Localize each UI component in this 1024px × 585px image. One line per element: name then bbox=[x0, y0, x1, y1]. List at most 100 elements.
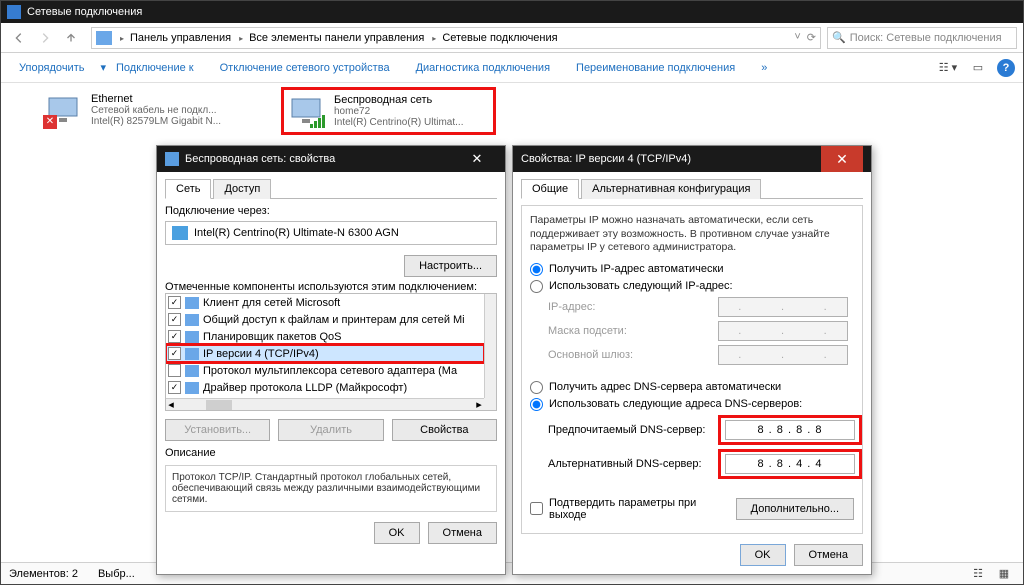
organize-menu[interactable]: Упорядочить bbox=[9, 58, 94, 78]
chevron-icon[interactable] bbox=[235, 32, 245, 44]
breadcrumb[interactable]: Панель управления Все элементы панели уп… bbox=[91, 27, 821, 49]
window-title: Сетевые подключения bbox=[27, 6, 142, 18]
component-row[interactable]: Общий доступ к файлам и принтерам для се… bbox=[166, 311, 484, 328]
adapter-icon bbox=[172, 226, 188, 240]
tab-general[interactable]: Общие bbox=[521, 179, 579, 199]
adapter-status: Сетевой кабель не подкл... bbox=[91, 105, 221, 116]
component-icon bbox=[185, 314, 199, 326]
tabs: Сеть Доступ bbox=[165, 178, 497, 199]
command-bar: Упорядочить▾ Подключение к Отключение се… bbox=[1, 53, 1023, 83]
cancel-button[interactable]: Отмена bbox=[428, 522, 497, 544]
scrollbar-vertical[interactable] bbox=[484, 294, 496, 398]
adapter-ethernet[interactable]: ✕ Ethernet Сетевой кабель не подкл... In… bbox=[41, 89, 266, 131]
radio-dns-auto-label: Получить адрес DNS-сервера автоматически bbox=[549, 381, 781, 393]
ip-label: IP-адрес: bbox=[548, 301, 718, 313]
component-icon bbox=[185, 382, 199, 394]
component-label: Протокол мультиплексора сетевого адаптер… bbox=[203, 365, 457, 377]
adapter-properties-dialog: Беспроводная сеть: свойства ✕ Сеть Досту… bbox=[156, 145, 506, 575]
component-checkbox[interactable] bbox=[168, 296, 181, 309]
dialog-icon bbox=[165, 152, 179, 166]
connect-via-label: Подключение через: bbox=[165, 205, 497, 217]
component-row[interactable]: Протокол мультиплексора сетевого адаптер… bbox=[166, 362, 484, 379]
adapter-name-box: Intel(R) Centrino(R) Ultimate-N 6300 AGN bbox=[165, 221, 497, 245]
up-button[interactable] bbox=[59, 26, 83, 50]
refresh-icon[interactable]: ⟳ bbox=[807, 31, 816, 44]
close-button[interactable]: ✕ bbox=[457, 151, 497, 167]
component-row[interactable]: Планировщик пакетов QoS bbox=[166, 328, 484, 345]
component-checkbox[interactable] bbox=[168, 330, 181, 343]
component-icon bbox=[185, 331, 199, 343]
radio-ip-manual[interactable] bbox=[530, 280, 543, 293]
component-row[interactable]: Драйвер протокола LLDP (Майкрософт) bbox=[166, 379, 484, 396]
components-list[interactable]: Клиент для сетей Microsoft Общий доступ к… bbox=[165, 293, 497, 411]
wifi-icon bbox=[288, 94, 328, 128]
details-view-icon[interactable]: ☷ bbox=[967, 565, 989, 583]
titlebar[interactable]: Сетевые подключения bbox=[1, 1, 1023, 23]
description-text: Протокол TCP/IP. Стандартный протокол гл… bbox=[165, 465, 497, 512]
ok-button[interactable]: OK bbox=[740, 544, 786, 566]
breadcrumb-seg2[interactable]: Все элементы панели управления bbox=[245, 32, 428, 44]
scrollbar-horizontal[interactable]: ◂▸ bbox=[166, 398, 484, 410]
configure-button[interactable]: Настроить... bbox=[404, 255, 497, 277]
adapter-device: Intel(R) Centrino(R) Ultimat... bbox=[334, 117, 463, 128]
component-checkbox[interactable] bbox=[168, 313, 181, 326]
search-input[interactable]: 🔍 Поиск: Сетевые подключения bbox=[827, 27, 1017, 49]
adapter-device: Intel(R) 82579LM Gigabit N... bbox=[91, 116, 221, 127]
remove-button[interactable]: Удалить bbox=[278, 419, 383, 441]
dns2-input[interactable]: 8 . 8 . 4 . 4 bbox=[725, 454, 855, 474]
search-placeholder: Поиск: Сетевые подключения bbox=[850, 32, 1002, 44]
chevron-icon[interactable] bbox=[116, 32, 126, 44]
dialog-titlebar[interactable]: Беспроводная сеть: свойства ✕ bbox=[157, 146, 505, 172]
radio-dns-auto[interactable] bbox=[530, 381, 543, 394]
help-icon[interactable]: ? bbox=[997, 59, 1015, 77]
breadcrumb-icon bbox=[96, 31, 112, 45]
forward-button[interactable] bbox=[33, 26, 57, 50]
component-label: Клиент для сетей Microsoft bbox=[203, 297, 340, 309]
dropdown-icon[interactable]: ˅ bbox=[794, 31, 800, 44]
mask-label: Маска подсети: bbox=[548, 325, 718, 337]
validate-checkbox[interactable] bbox=[530, 502, 543, 515]
properties-button[interactable]: Свойства bbox=[392, 419, 497, 441]
breadcrumb-seg1[interactable]: Панель управления bbox=[126, 32, 235, 44]
icons-view-icon[interactable]: ▦ bbox=[993, 565, 1015, 583]
close-button[interactable]: ✕ bbox=[821, 146, 863, 172]
dialog-titlebar[interactable]: Свойства: IP версии 4 (TCP/IPv4) ✕ bbox=[513, 146, 871, 172]
install-button[interactable]: Установить... bbox=[165, 419, 270, 441]
component-row[interactable]: Клиент для сетей Microsoft bbox=[166, 294, 484, 311]
gateway-label: Основной шлюз: bbox=[548, 349, 718, 361]
back-button[interactable] bbox=[7, 26, 31, 50]
component-icon bbox=[185, 297, 199, 309]
disable-device-button[interactable]: Отключение сетевого устройства bbox=[210, 58, 400, 78]
ipv4-properties-dialog: Свойства: IP версии 4 (TCP/IPv4) ✕ Общие… bbox=[512, 145, 872, 575]
tab-access[interactable]: Доступ bbox=[213, 179, 271, 199]
components-label: Отмеченные компоненты используются этим … bbox=[165, 281, 497, 293]
advanced-button[interactable]: Дополнительно... bbox=[736, 498, 854, 520]
cancel-button[interactable]: Отмена bbox=[794, 544, 863, 566]
overflow-button[interactable]: » bbox=[751, 58, 777, 78]
adapter-name-text: Intel(R) Centrino(R) Ultimate-N 6300 AGN bbox=[194, 227, 399, 239]
diagnose-button[interactable]: Диагностика подключения bbox=[406, 58, 560, 78]
connect-to-button[interactable]: Подключение к bbox=[106, 58, 204, 78]
preview-pane-icon[interactable]: ▭ bbox=[967, 59, 989, 77]
radio-ip-auto-label: Получить IP-адрес автоматически bbox=[549, 263, 723, 275]
ok-button[interactable]: OK bbox=[374, 522, 420, 544]
view-options-icon[interactable]: ☷ ▾ bbox=[937, 59, 959, 77]
info-text: Параметры IP можно назначать автоматичес… bbox=[530, 214, 854, 255]
rename-button[interactable]: Переименование подключения bbox=[566, 58, 745, 78]
chevron-icon[interactable] bbox=[428, 32, 438, 44]
ethernet-icon: ✕ bbox=[45, 93, 85, 127]
radio-ip-auto[interactable] bbox=[530, 263, 543, 276]
tab-network[interactable]: Сеть bbox=[165, 179, 211, 199]
radio-dns-manual[interactable] bbox=[530, 398, 543, 411]
component-label: Драйвер протокола LLDP (Майкрософт) bbox=[203, 382, 407, 394]
description-label: Описание bbox=[165, 447, 497, 459]
adapter-wifi[interactable]: Беспроводная сеть home72 Intel(R) Centri… bbox=[281, 87, 496, 135]
dns1-input[interactable]: 8 . 8 . 8 . 8 bbox=[725, 420, 855, 440]
breadcrumb-seg3[interactable]: Сетевые подключения bbox=[438, 32, 561, 44]
component-checkbox[interactable] bbox=[168, 381, 181, 394]
dns2-label: Альтернативный DNS-сервер: bbox=[548, 458, 718, 470]
tab-alternative[interactable]: Альтернативная конфигурация bbox=[581, 179, 761, 199]
component-checkbox[interactable] bbox=[168, 364, 181, 377]
component-checkbox[interactable] bbox=[168, 347, 181, 360]
component-row[interactable]: IP версии 4 (TCP/IPv4) bbox=[166, 345, 484, 362]
